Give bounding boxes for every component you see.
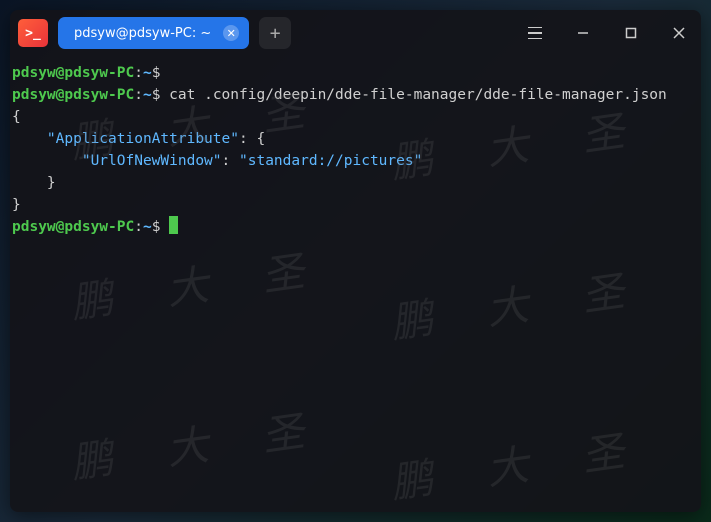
tab-close-button[interactable]: ✕ bbox=[223, 25, 239, 41]
prompt-path: ~ bbox=[143, 65, 152, 81]
prompt-colon: : bbox=[134, 219, 143, 235]
terminal-tab[interactable]: pdsyw@pdsyw-PC: ~ ✕ bbox=[58, 17, 249, 49]
minimize-button[interactable] bbox=[569, 19, 597, 47]
prompt-host: pdsyw-PC bbox=[64, 65, 134, 81]
prompt-user: pdsyw bbox=[12, 65, 56, 81]
menu-button[interactable] bbox=[521, 19, 549, 47]
prompt-line: pdsyw@pdsyw-PC:~$ bbox=[10, 216, 701, 238]
output-line: "UrlOfNewWindow": "standard://pictures" bbox=[10, 150, 701, 172]
cursor bbox=[169, 216, 178, 234]
prompt-dollar: $ bbox=[152, 65, 161, 81]
terminal-app-icon: >_ bbox=[18, 19, 48, 47]
titlebar: >_ pdsyw@pdsyw-PC: ~ ✕ + bbox=[10, 10, 701, 56]
close-icon bbox=[673, 27, 685, 39]
terminal-body[interactable]: 鹏 大 圣 鹏 大 圣 鹏 大 圣 鹏 大 圣 鹏 大 圣 鹏 大 圣 pdsy… bbox=[10, 56, 701, 512]
tab-title: pdsyw@pdsyw-PC: ~ bbox=[74, 26, 211, 41]
prompt-user: pdsyw bbox=[12, 87, 56, 103]
prompt-colon: : bbox=[134, 87, 143, 103]
prompt-user: pdsyw bbox=[12, 219, 56, 235]
output-line: "ApplicationAttribute": { bbox=[10, 128, 701, 150]
command-text: cat .config/deepin/dde-file-manager/dde-… bbox=[160, 87, 666, 103]
terminal-window: >_ pdsyw@pdsyw-PC: ~ ✕ + 鹏 大 圣 鹏 bbox=[10, 10, 701, 512]
prompt-host: pdsyw-PC bbox=[64, 219, 134, 235]
minimize-icon bbox=[577, 27, 589, 39]
hamburger-icon bbox=[528, 27, 542, 40]
output-line: } bbox=[10, 172, 701, 194]
prompt-glyph-icon: >_ bbox=[25, 26, 41, 41]
new-tab-button[interactable]: + bbox=[259, 17, 291, 49]
watermark: 鹏 大 圣 bbox=[70, 418, 328, 476]
maximize-icon bbox=[625, 27, 637, 39]
watermark: 鹏 大 圣 bbox=[70, 258, 328, 316]
prompt-path: ~ bbox=[143, 87, 152, 103]
prompt-line: pdsyw@pdsyw-PC:~$ cat .config/deepin/dde… bbox=[10, 84, 701, 106]
watermark: 鹏 大 圣 bbox=[390, 438, 648, 496]
maximize-button[interactable] bbox=[617, 19, 645, 47]
prompt-path: ~ bbox=[143, 219, 152, 235]
prompt-line: pdsyw@pdsyw-PC:~$ bbox=[10, 62, 701, 84]
output-line: { bbox=[10, 106, 701, 128]
close-button[interactable] bbox=[665, 19, 693, 47]
prompt-host: pdsyw-PC bbox=[64, 87, 134, 103]
output-line: } bbox=[10, 194, 701, 216]
prompt-colon: : bbox=[134, 65, 143, 81]
window-controls bbox=[521, 19, 693, 47]
watermark: 鹏 大 圣 bbox=[390, 278, 648, 336]
